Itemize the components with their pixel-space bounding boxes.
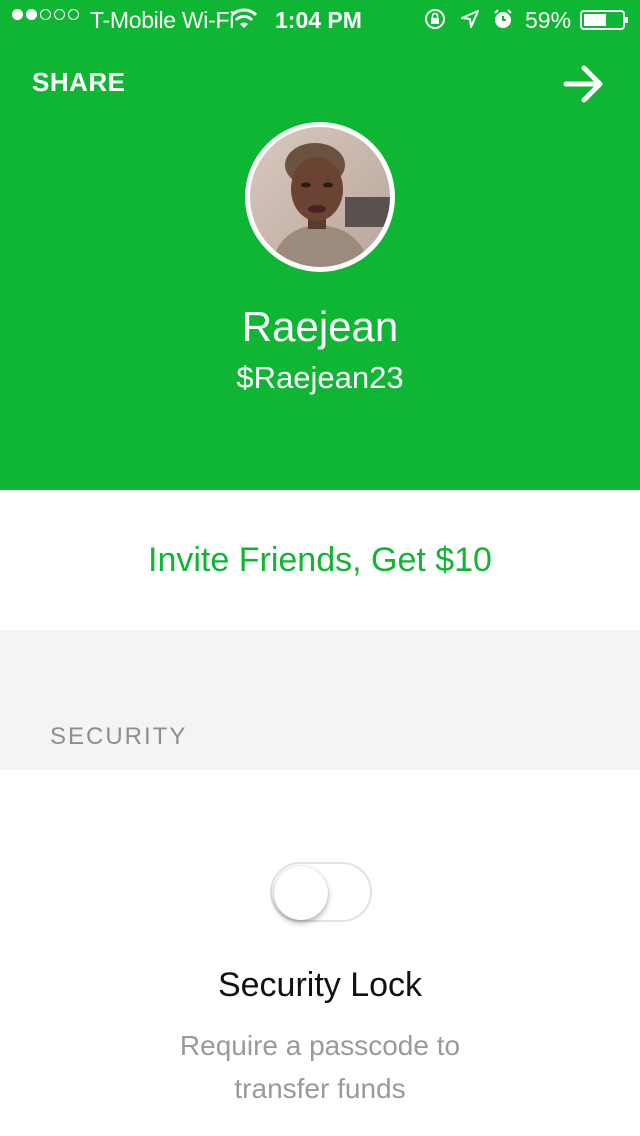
security-section-header: SECURITY xyxy=(0,630,640,770)
alarm-icon xyxy=(494,9,512,28)
wifi-icon xyxy=(230,8,258,28)
location-icon xyxy=(461,10,479,28)
profile-name: Raejean xyxy=(241,303,399,350)
rotation-lock-icon xyxy=(425,9,445,29)
battery-icon xyxy=(580,10,628,30)
signal-dot xyxy=(12,9,23,20)
invite-friends-label: Invite Friends, Get $10 xyxy=(148,540,492,579)
profile-header: T-Mobile Wi-Fi 1:04 PM 59% SHARE Raejean… xyxy=(0,0,640,490)
arrow-right-icon[interactable] xyxy=(560,62,608,106)
share-button[interactable]: SHARE xyxy=(32,67,126,98)
invite-friends-button[interactable]: Invite Friends, Get $10 xyxy=(0,490,640,630)
profile-photo xyxy=(250,127,390,267)
signal-dot xyxy=(68,9,79,20)
profile-handle: $Raejean23 xyxy=(236,360,404,395)
avatar[interactable] xyxy=(245,122,395,272)
screen: T-Mobile Wi-Fi 1:04 PM 59% SHARE Raejean… xyxy=(0,0,640,1136)
signal-strength-icon xyxy=(12,9,79,20)
signal-dot xyxy=(26,9,37,20)
signal-dot xyxy=(40,9,51,20)
signal-dot xyxy=(54,9,65,20)
security-panel: Security Lock Require a passcode to tran… xyxy=(0,770,640,1136)
security-lock-title: Security Lock xyxy=(217,966,423,1004)
security-lock-description: Require a passcode to transfer funds xyxy=(179,1030,461,1104)
status-bar: T-Mobile Wi-Fi 1:04 PM 59% xyxy=(0,0,640,40)
section-title: SECURITY xyxy=(50,723,188,750)
carrier-label: T-Mobile Wi-Fi xyxy=(90,7,235,33)
battery-percent: 59% xyxy=(525,7,572,33)
clock: 1:04 PM xyxy=(275,7,362,33)
toggle-knob xyxy=(274,866,328,920)
security-lock-toggle[interactable] xyxy=(270,862,372,922)
